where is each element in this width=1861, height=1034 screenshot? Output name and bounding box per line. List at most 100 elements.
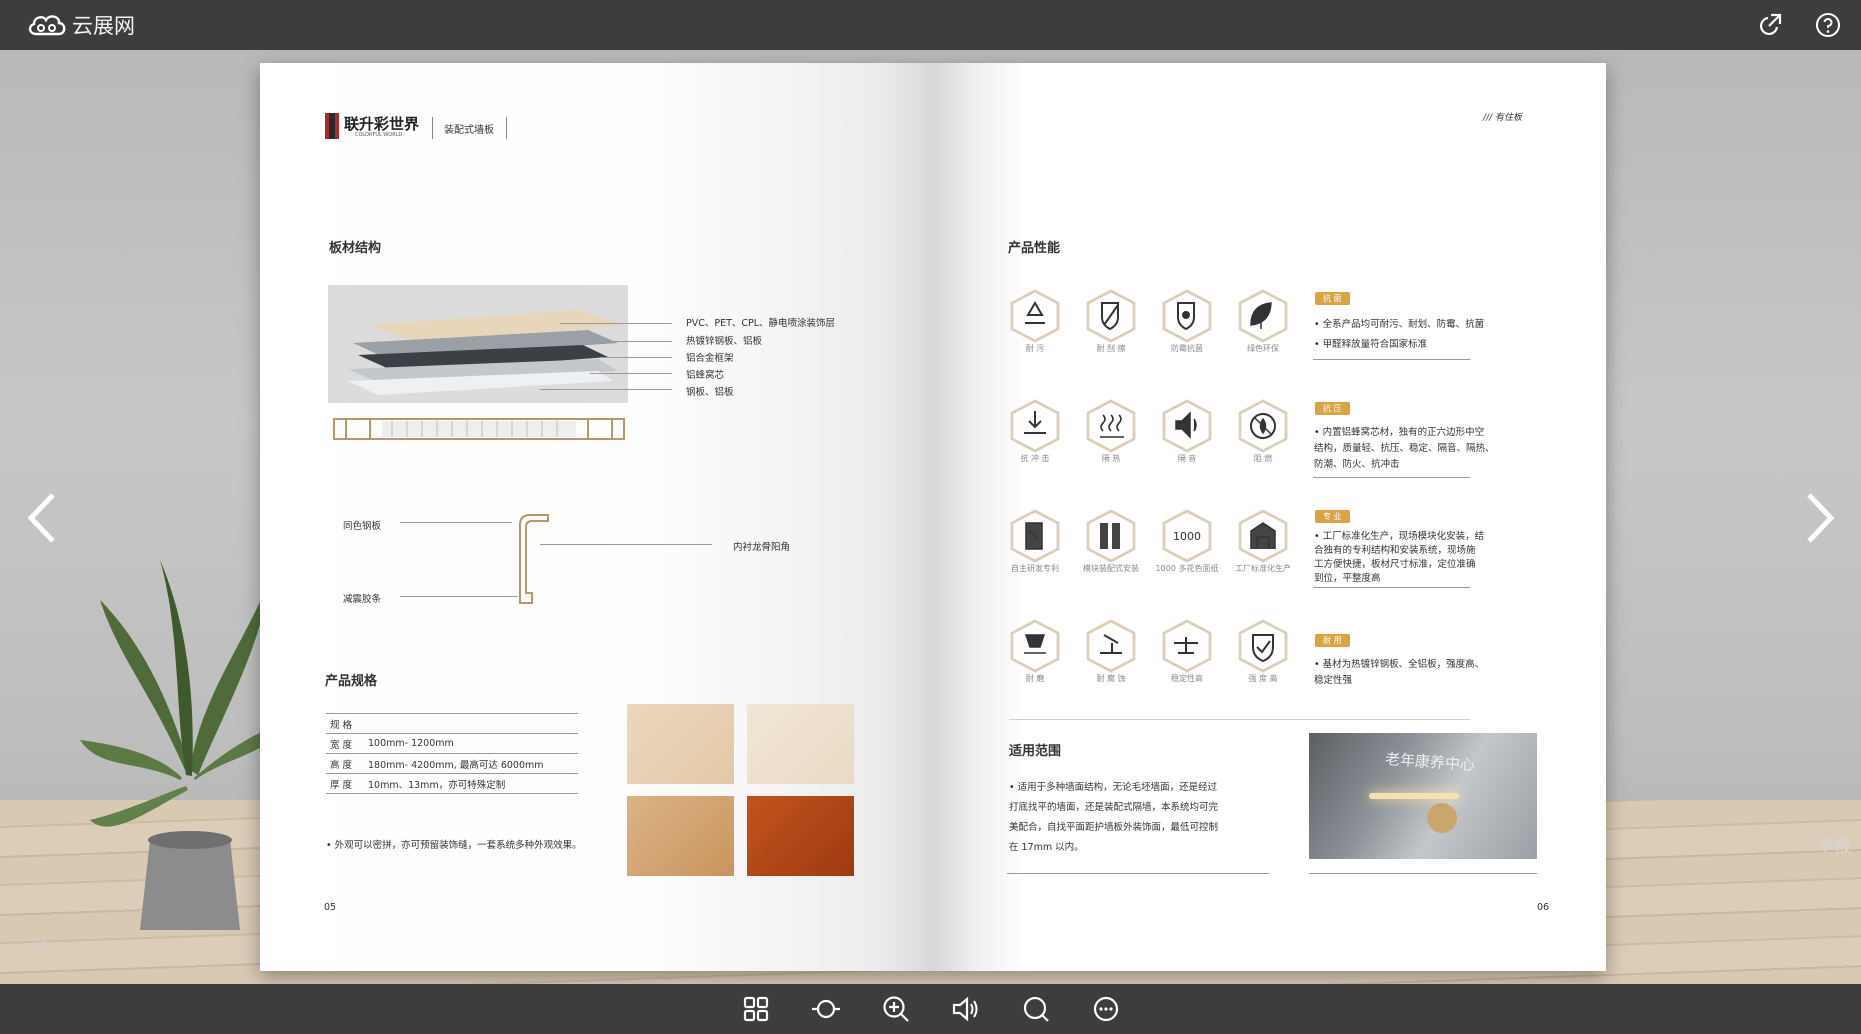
corner-label-top: 同色钢板 xyxy=(343,521,382,532)
table-row: 宽 度 100mm- 1200mm xyxy=(326,733,578,754)
hex-label: 阻 燃 xyxy=(1253,454,1273,463)
leader-line xyxy=(540,389,672,390)
header-divider xyxy=(432,117,433,139)
leader-line xyxy=(590,373,672,374)
corner-label-right: 内衬龙骨阳角 xyxy=(733,542,791,553)
more-button[interactable] xyxy=(1090,993,1122,1025)
leader-line xyxy=(400,596,518,597)
table-row: 高 度 180mm- 4200mm, 最高可达 6000mm xyxy=(326,753,578,774)
feature-desc: • 内置铝蜂窝芯材，独有的正六边形中空 xyxy=(1314,427,1485,438)
search-button[interactable] xyxy=(1020,993,1052,1025)
left-header-tag: 装配式墙板 xyxy=(444,125,494,136)
scope-text: 在 17mm 以内。 xyxy=(1009,842,1084,853)
layer-label: 钢板、铝板 xyxy=(686,387,734,398)
leader-line xyxy=(600,357,672,358)
leader-line xyxy=(540,544,712,545)
search-icon xyxy=(1023,996,1049,1022)
autoplay-icon xyxy=(811,999,840,1019)
corner-profile-drawing xyxy=(519,514,549,604)
feature-desc: • 全系产品均可耐污、耐划、防霉、抗菌 xyxy=(1314,319,1485,330)
wall-lamp xyxy=(1369,793,1459,799)
sound-icon xyxy=(952,996,977,1022)
scope-title: 适用范围 xyxy=(1009,744,1062,759)
layer-label: 铝合金框架 xyxy=(686,353,734,364)
color-swatch-cherry xyxy=(747,796,854,876)
color-swatch-cream xyxy=(747,704,854,784)
more-icon xyxy=(1093,996,1118,1022)
top-toolbar: 云展网 xyxy=(0,0,1861,50)
share-button[interactable] xyxy=(1755,10,1785,40)
zoom-in-button[interactable] xyxy=(880,993,912,1025)
last-page-hint[interactable]: >| xyxy=(1815,936,1831,952)
wall-decor xyxy=(1427,803,1457,833)
flipbook: 联升彩世界 COLORFUL WORLD 装配式墙板 板材结构 PVC、PET、… xyxy=(260,63,1606,971)
feature-desc: 工方便快捷，板材尺寸标准，定位准确 xyxy=(1314,559,1476,570)
panel-structure-image xyxy=(328,285,628,403)
feature-tag: 耐 用 xyxy=(1315,634,1350,647)
feature-tag: 抗 压 xyxy=(1315,402,1350,415)
bottom-toolbar xyxy=(0,984,1861,1034)
share-icon xyxy=(1759,13,1782,36)
layer-label: 热镀锌钢板、铝板 xyxy=(686,336,763,347)
feature-desc: 稳定性强 xyxy=(1314,675,1353,686)
table-row: 规 格 xyxy=(326,713,578,734)
autoplay-button[interactable] xyxy=(810,993,842,1025)
brand-name: 联升彩世界 xyxy=(344,115,420,133)
zoom-in-icon xyxy=(882,996,909,1022)
feature-desc: • 甲醛释放量符合国家标准 xyxy=(1314,339,1428,350)
page-left[interactable]: 联升彩世界 COLORFUL WORLD 装配式墙板 板材结构 PVC、PET、… xyxy=(260,63,933,971)
leader-line xyxy=(400,522,512,523)
photo-divider xyxy=(1309,873,1537,874)
thumbnails-button[interactable] xyxy=(740,993,772,1025)
chevron-left-icon xyxy=(27,493,55,543)
header-divider-2 xyxy=(506,117,507,139)
feature-tag: 专 业 xyxy=(1315,510,1350,523)
hex-row-1 xyxy=(1010,289,1288,343)
hex-label: 绿色环保 xyxy=(1247,344,1279,353)
color-swatch-light-oak xyxy=(627,704,734,784)
performance-title: 产品性能 xyxy=(1008,241,1061,256)
feature-desc: 合独有的专利结构和安装系统，现场施 xyxy=(1314,545,1476,556)
row-divider xyxy=(1313,587,1470,588)
report-link[interactable]: 举报 xyxy=(1817,832,1851,857)
first-page-hint[interactable]: |< xyxy=(32,936,48,952)
sound-button[interactable] xyxy=(950,993,982,1025)
help-icon xyxy=(1816,13,1840,37)
layer-label: PVC、PET、CPL、静电喷涂装饰层 xyxy=(686,318,836,329)
leader-line xyxy=(560,323,672,324)
hex-row-2 xyxy=(1010,399,1288,453)
brand-subtitle: COLORFUL WORLD xyxy=(355,132,403,138)
help-button[interactable] xyxy=(1813,10,1843,40)
thumbnails-icon xyxy=(743,996,768,1022)
feature-desc: • 基材为热镀锌钢板、全铝板，强度高、 xyxy=(1314,659,1485,670)
scope-divider xyxy=(1007,873,1269,874)
panel-profile-drawing xyxy=(333,418,625,440)
brand-logo-mark xyxy=(329,113,335,139)
hex-row-4 xyxy=(1010,619,1288,673)
row-divider xyxy=(1313,359,1470,360)
scope-text: 打底找平的墙面，还是装配式隔墙，本系统均可完 xyxy=(1009,802,1219,813)
hex-label: 工厂标准化生产 xyxy=(1235,564,1291,573)
app-name: 云展网 xyxy=(72,14,135,38)
scope-text: 美配合，自找平面距护墙板外装饰面，最低可控制 xyxy=(1009,822,1219,833)
corner-label-bottom: 减震胶条 xyxy=(343,594,382,605)
next-page-button[interactable] xyxy=(1800,488,1840,548)
cloud-logo-icon xyxy=(28,15,66,36)
structure-title: 板材结构 xyxy=(329,241,382,256)
spec-title: 产品规格 xyxy=(325,674,378,689)
page-number-right: 06 xyxy=(1537,902,1550,913)
scope-text: • 适用于多种墙面结构，无论毛坯墙面，还是经过 xyxy=(1009,782,1218,793)
section-divider xyxy=(1009,719,1470,720)
feature-desc: 防潮、防火、抗冲击 xyxy=(1314,459,1400,470)
color-swatch-maple xyxy=(627,796,734,876)
right-header-tag: /// 有住板 xyxy=(1483,113,1522,123)
table-row: 厚 度 10mm、13mm，亦可特殊定制 xyxy=(326,773,578,794)
page-right[interactable]: /// 有住板 产品性能 抗 菌 • 全系产品均可耐污、耐划、防霉、抗菌 • 甲… xyxy=(933,63,1606,971)
plant-decoration xyxy=(80,560,288,930)
leader-line xyxy=(590,341,672,342)
feature-tag: 抗 菌 xyxy=(1315,292,1350,305)
hex-label: 强 度 高 xyxy=(1248,674,1278,683)
app-logo[interactable]: 云展网 xyxy=(26,10,135,40)
feature-desc: 到位，平整度高 xyxy=(1314,573,1381,584)
prev-page-button[interactable] xyxy=(22,488,62,548)
